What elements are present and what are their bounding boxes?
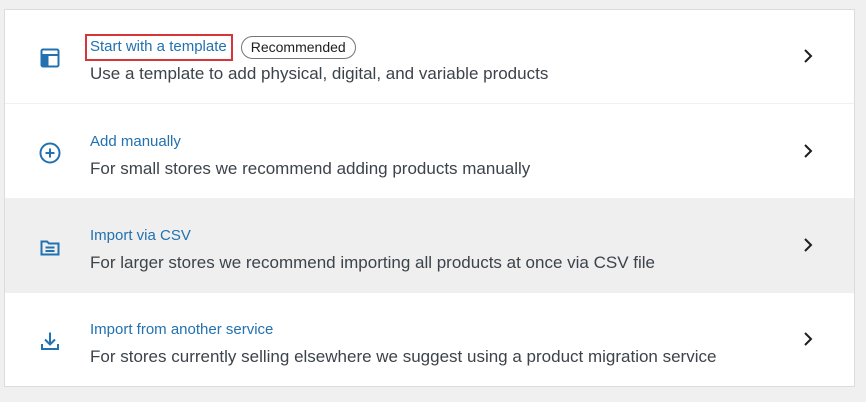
option-title[interactable]: Add manually <box>90 133 181 151</box>
option-title-line: Import from another service <box>90 317 273 343</box>
option-title-line: Import via CSV <box>90 223 191 249</box>
option-description: For small stores we recommend adding pro… <box>90 159 531 178</box>
option-title-line: Start with a template Recommended <box>85 33 356 61</box>
chevron-right-icon <box>798 235 818 255</box>
option-import-csv[interactable]: Import via CSV For larger stores we reco… <box>5 199 854 293</box>
option-title[interactable]: Import from another service <box>90 321 273 339</box>
option-import-from-service[interactable]: Import from another service For stores c… <box>5 293 854 387</box>
chevron-right-icon <box>798 329 818 349</box>
add-products-options-card: Start with a template Recommended Use a … <box>4 9 855 387</box>
recommended-badge: Recommended <box>240 35 356 59</box>
option-title-line: Add manually <box>90 129 181 155</box>
option-title[interactable]: Import via CSV <box>90 227 191 245</box>
option-add-manually[interactable]: Add manually For small stores we recomme… <box>5 105 854 199</box>
option-start-with-template[interactable]: Start with a template Recommended Use a … <box>5 10 854 104</box>
chevron-right-icon <box>798 141 818 161</box>
chevron-right-icon <box>798 46 818 66</box>
csv-file-icon <box>37 234 63 260</box>
option-description: Use a template to add physical, digital,… <box>90 64 549 83</box>
plus-circle-icon <box>37 140 63 166</box>
option-description: For larger stores we recommend importing… <box>90 253 656 272</box>
option-title[interactable]: Start with a template <box>85 33 233 61</box>
option-description: For stores currently selling elsewhere w… <box>90 347 717 366</box>
layout-template-icon <box>37 45 63 71</box>
download-icon <box>37 328 63 354</box>
